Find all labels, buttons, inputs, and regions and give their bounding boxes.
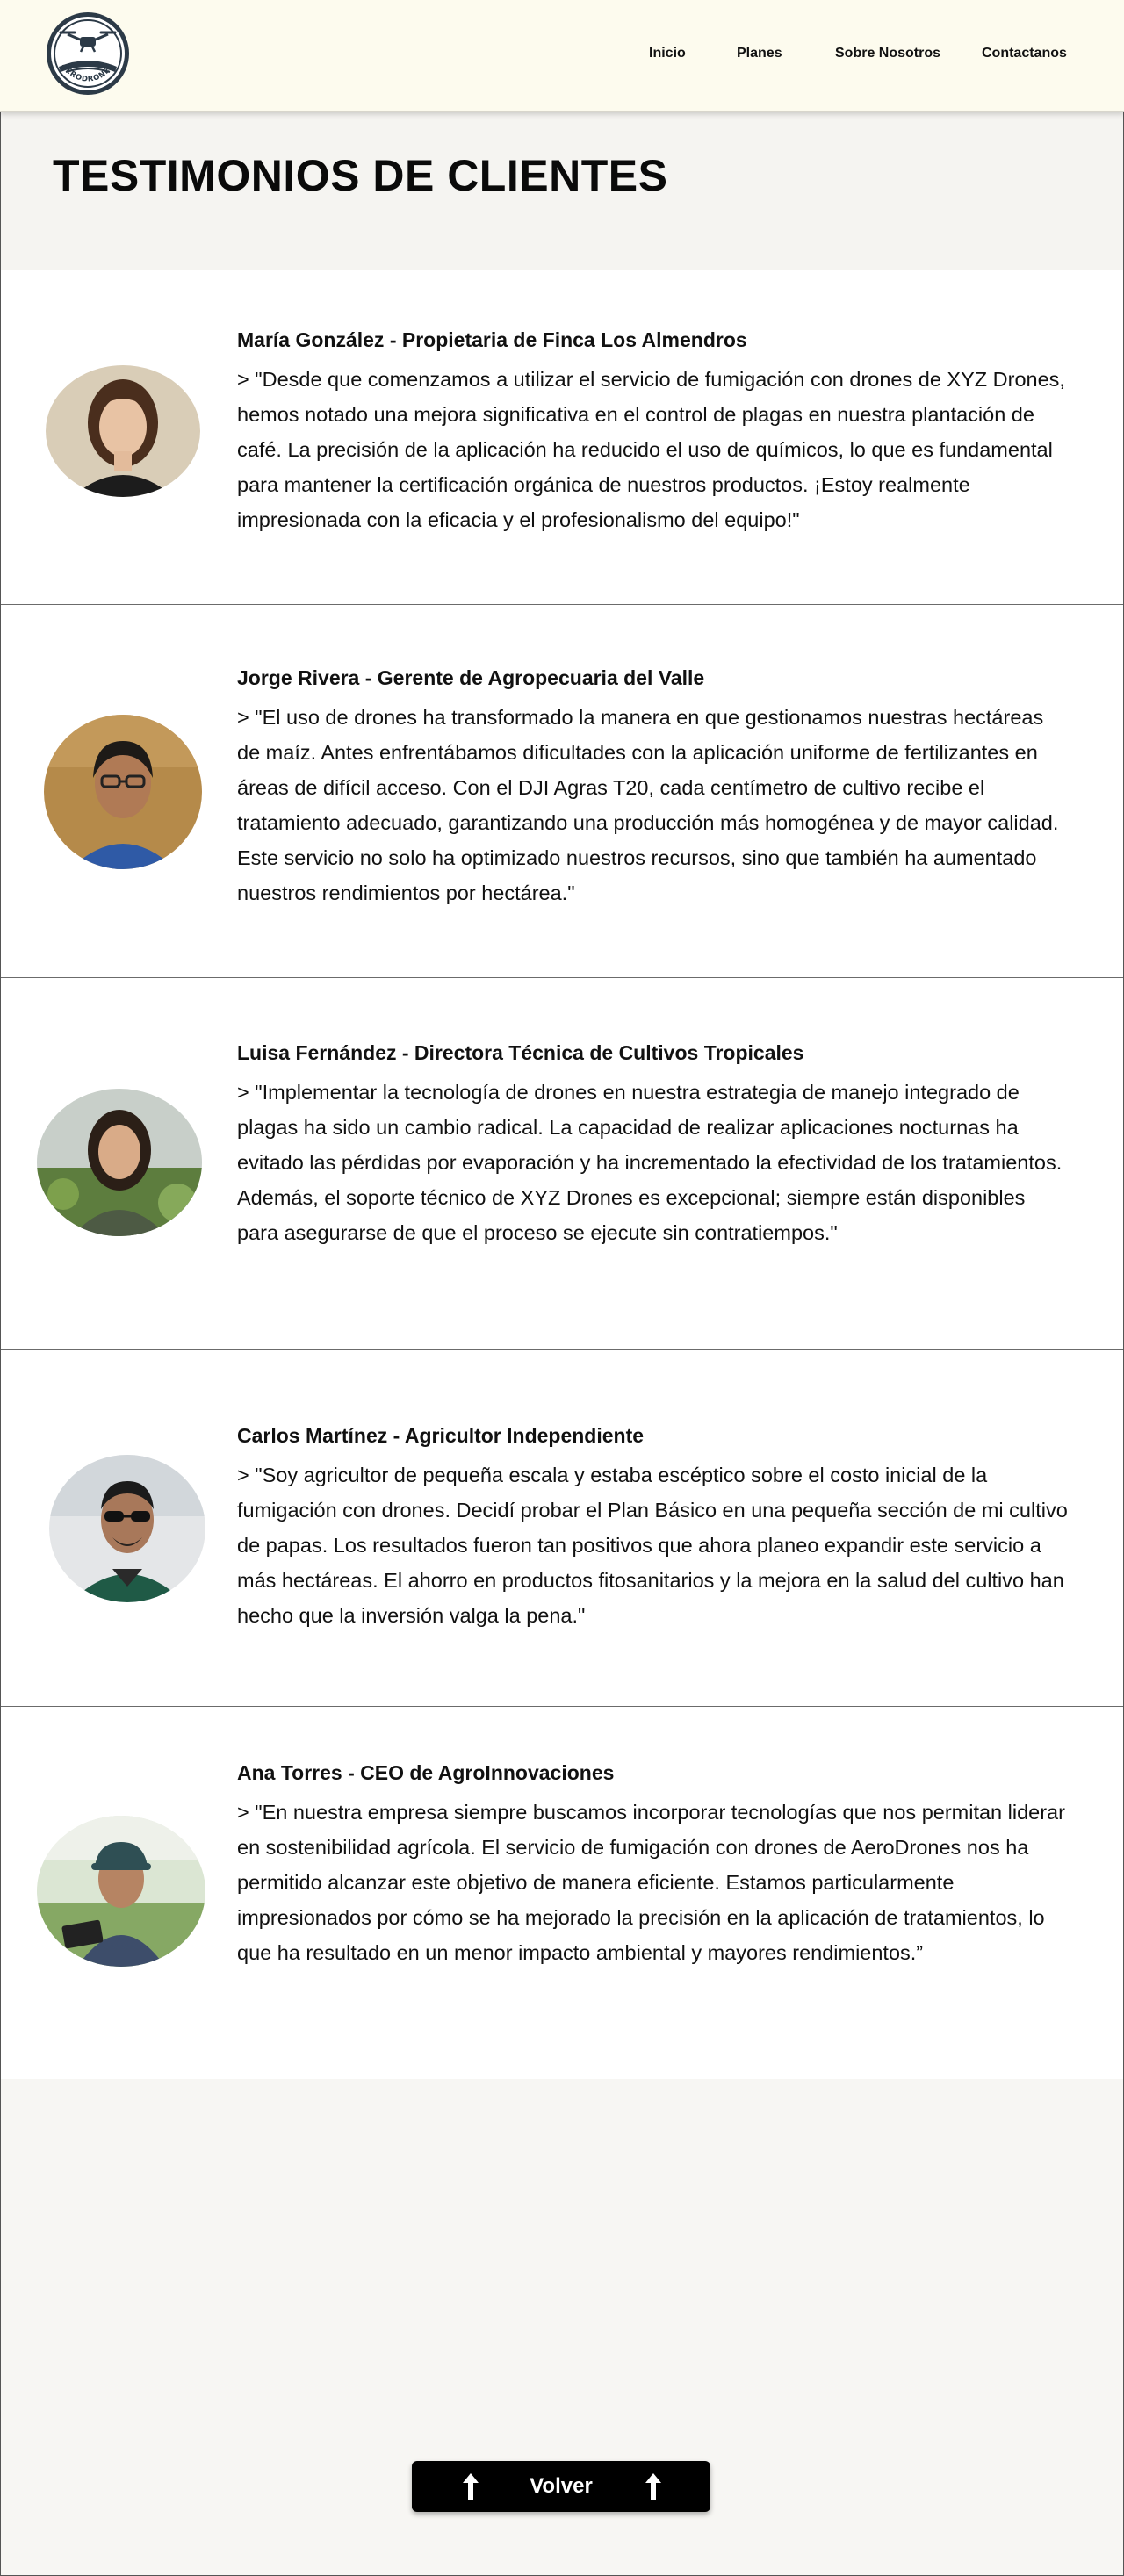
testimonial-author: Carlos Martínez - Agricultor Independien… (237, 1424, 645, 1447)
testimonial-card: Carlos Martínez - Agricultor Independien… (0, 1350, 1124, 1707)
testimonial-card: Jorge Rivera - Gerente de Agropecuaria d… (0, 605, 1124, 978)
nav-planes[interactable]: Planes (737, 46, 782, 61)
title-section: TESTIMONIOS DE CLIENTES (0, 112, 1124, 270)
testimonial-author: María González - Propietaria de Finca Lo… (237, 328, 747, 351)
nav-contactanos[interactable]: Contactanos (982, 46, 1067, 61)
avatar-ana-torres (37, 1816, 205, 1967)
avatar-luisa-fernandez (37, 1089, 202, 1236)
testimonial-quote: > "Implementar la tecnología de drones e… (237, 1081, 1063, 1244)
aerodrones-logo[interactable]: AERODRONES (45, 11, 131, 97)
site-header: AERODRONES Inicio Planes Sobre Nosotros … (0, 0, 1124, 112)
nav-sobre-nosotros[interactable]: Sobre Nosotros (835, 46, 940, 61)
testimonial-card: Luisa Fernández - Directora Técnica de C… (0, 978, 1124, 1350)
testimonial-author: Jorge Rivera - Gerente de Agropecuaria d… (237, 666, 705, 689)
testimonials-list: María González - Propietaria de Finca Lo… (0, 270, 1124, 2079)
avatar-carlos-martinez (49, 1455, 205, 1602)
back-button-label: Volver (530, 2474, 593, 2498)
arrow-up-icon (645, 2473, 661, 2500)
testimonial-card: Ana Torres - CEO de AgroInnovaciones > "… (0, 1707, 1124, 2079)
testimonial-quote: > "Soy agricultor de pequeña escala y es… (237, 1464, 1068, 1627)
back-to-top-button[interactable]: Volver (412, 2461, 710, 2512)
testimonial-author: Ana Torres - CEO de AgroInnovaciones (237, 1761, 615, 1784)
avatar-maria-gonzalez (46, 365, 200, 497)
testimonial-quote: > "Desde que comenzamos a utilizar el se… (237, 368, 1065, 531)
testimonial-card: María González - Propietaria de Finca Lo… (0, 270, 1124, 605)
testimonial-quote: > "El uso de drones ha transformado la m… (237, 706, 1059, 904)
nav-inicio[interactable]: Inicio (649, 46, 686, 61)
testimonial-quote: > "En nuestra empresa siempre buscamos i… (237, 1801, 1065, 1964)
avatar-jorge-rivera (44, 715, 202, 869)
testimonial-author: Luisa Fernández - Directora Técnica de C… (237, 1041, 804, 1064)
page-title: TESTIMONIOS DE CLIENTES (53, 151, 668, 200)
